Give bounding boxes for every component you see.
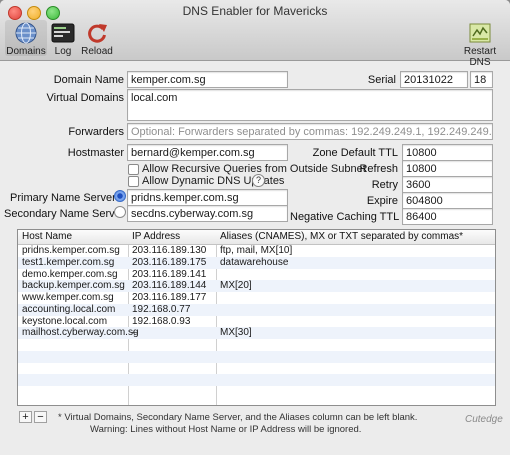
serial-revision-field[interactable]: 18 (470, 71, 493, 88)
serial-field[interactable]: 20131022 (400, 71, 468, 88)
reload-icon (85, 21, 109, 45)
host-name-cell[interactable]: backup.kemper.com.sg (22, 280, 125, 292)
serial-label: Serial (367, 74, 396, 86)
table-row[interactable] (18, 350, 495, 363)
table-row[interactable]: mailhost.cyberway.com.sg – MX[30] (18, 327, 495, 339)
hostmaster-label: Hostmaster (67, 147, 124, 159)
negative-ttl-field[interactable]: 86400 (402, 208, 493, 225)
column-header-ip-address[interactable]: IP Address (132, 231, 180, 242)
secondary-ns-label: Secondary Name Server (4, 208, 125, 220)
footnote-line-1: * Virtual Domains, Secondary Name Server… (58, 412, 418, 423)
table-row[interactable]: www.kemper.com.sg 203.116.189.177 (18, 292, 495, 304)
allow-dynamic-updates-checkbox[interactable] (128, 176, 139, 187)
virtual-domains-label: Virtual Domains (46, 92, 124, 104)
table-row[interactable]: test1.kemper.com.sg 203.116.189.175 datawa… (18, 256, 495, 269)
host-name-cell[interactable]: www.kemper.com.sg (22, 292, 114, 304)
remove-row-button[interactable]: − (34, 411, 47, 423)
aliases-cell[interactable]: datawarehouse (220, 257, 288, 269)
table-row[interactable]: accounting.local.com 192.168.0.77 (18, 303, 495, 316)
expire-label: Expire (366, 195, 398, 207)
host-name-cell[interactable]: demo.kemper.com.sg (22, 269, 118, 281)
table-row[interactable]: demo.kemper.com.sg 203.116.189.141 (18, 269, 495, 281)
host-name-cell[interactable]: mailhost.cyberway.com.sg (22, 327, 139, 339)
domain-name-field[interactable]: kemper.com.sg (127, 71, 288, 88)
secondary-ns-radio[interactable] (114, 206, 126, 218)
table-row[interactable] (18, 374, 495, 386)
toolbar-restart-dns-label: Restart DNS (463, 46, 497, 68)
toolbar-log-label: Log (54, 46, 72, 57)
toolbar-restart-dns-button[interactable]: Restart DNS (452, 20, 508, 68)
primary-ns-label: Primary Name Server (10, 192, 116, 204)
toolbar-reload-label: Reload (81, 46, 113, 57)
retry-field[interactable]: 3600 (402, 176, 493, 193)
aliases-cell[interactable]: MX[30] (220, 327, 252, 339)
ip-address-cell[interactable]: 203.116.189.177 (132, 292, 206, 304)
table-row[interactable] (18, 363, 495, 375)
footnote-line-2: Warning: Lines without Host Name or IP A… (90, 424, 362, 435)
table-row[interactable] (18, 386, 495, 398)
table-row[interactable] (18, 339, 495, 351)
refresh-field[interactable]: 10800 (402, 160, 493, 177)
restart-dns-icon (468, 21, 492, 45)
table-row[interactable]: backup.kemper.com.sg 203.116.189.144 MX[20… (18, 280, 495, 292)
globe-icon (14, 21, 38, 45)
title-bar: DNS Enabler for Mavericks Domains Log Re… (0, 0, 510, 68)
refresh-label: Refresh (359, 163, 398, 175)
host-name-cell[interactable]: pridns.kemper.com.sg (22, 245, 120, 257)
column-header-host-name[interactable]: Host Name (22, 231, 72, 242)
ip-address-cell[interactable]: 203.116.189.144 (132, 280, 206, 292)
primary-ns-radio[interactable] (114, 190, 126, 202)
ip-address-cell[interactable]: – (132, 327, 138, 339)
host-name-cell[interactable]: test1.kemper.com.sg (22, 257, 114, 269)
column-header-aliases[interactable]: Aliases (CNAMES), MX or TXT separated by… (220, 231, 463, 242)
host-table[interactable]: Host Name IP Address Aliases (CNAMES), M… (17, 229, 496, 406)
virtual-domains-field[interactable]: local.com (127, 89, 493, 121)
add-row-button[interactable]: + (19, 411, 32, 423)
host-name-cell[interactable]: accounting.local.com (22, 304, 115, 316)
domain-name-label: Domain Name (53, 74, 124, 86)
ip-address-cell[interactable]: 203.116.189.141 (132, 269, 206, 281)
expire-field[interactable]: 604800 (402, 192, 493, 209)
allow-recursive-checkbox[interactable] (128, 164, 139, 175)
app-window: DNS Enabler for Mavericks Domains Log Re… (0, 0, 510, 455)
table-body: pridns.kemper.com.sg 203.116.189.130 ftp, … (18, 245, 495, 398)
ip-address-cell[interactable]: 192.168.0.93 (132, 316, 190, 328)
table-row[interactable]: pridns.kemper.com.sg 203.116.189.130 ftp, … (18, 245, 495, 257)
host-name-cell[interactable]: keystone.local.com (22, 316, 107, 328)
primary-ns-field[interactable]: pridns.kemper.com.sg (127, 189, 288, 206)
hostmaster-field[interactable]: bernard@kemper.com.sg (127, 144, 288, 161)
zone-ttl-label: Zone Default TTL (312, 147, 398, 159)
negative-ttl-label: Negative Caching TTL (290, 211, 400, 223)
table-header: Host Name IP Address Aliases (CNAMES), M… (18, 230, 495, 245)
forwarders-field[interactable]: Optional: Forwarders separated by commas… (127, 123, 493, 140)
aliases-cell[interactable]: MX[20] (220, 280, 252, 292)
ip-address-cell[interactable]: 203.116.189.175 (132, 257, 206, 269)
toolbar-log-button[interactable]: Log (50, 20, 76, 57)
forwarders-label: Forwarders (68, 126, 124, 138)
zone-ttl-field[interactable]: 10800 (402, 144, 493, 161)
brand-logo: Cutedge (465, 414, 503, 425)
help-icon[interactable]: ? (252, 174, 265, 187)
retry-label: Retry (371, 179, 398, 191)
ip-address-cell[interactable]: 203.116.189.130 (132, 245, 206, 257)
toolbar-domains-button[interactable]: Domains (5, 20, 47, 57)
table-row[interactable]: keystone.local.com 192.168.0.93 (18, 316, 495, 328)
toolbar-reload-button[interactable]: Reload (80, 20, 114, 57)
secondary-ns-field[interactable]: secdns.cyberway.com.sg (127, 205, 288, 222)
ip-address-cell[interactable]: 192.168.0.77 (132, 304, 190, 316)
aliases-cell[interactable]: ftp, mail, MX[10] (220, 245, 292, 257)
log-icon (51, 21, 75, 45)
toolbar-domains-label: Domains (6, 46, 46, 57)
window-title: DNS Enabler for Mavericks (182, 4, 328, 18)
